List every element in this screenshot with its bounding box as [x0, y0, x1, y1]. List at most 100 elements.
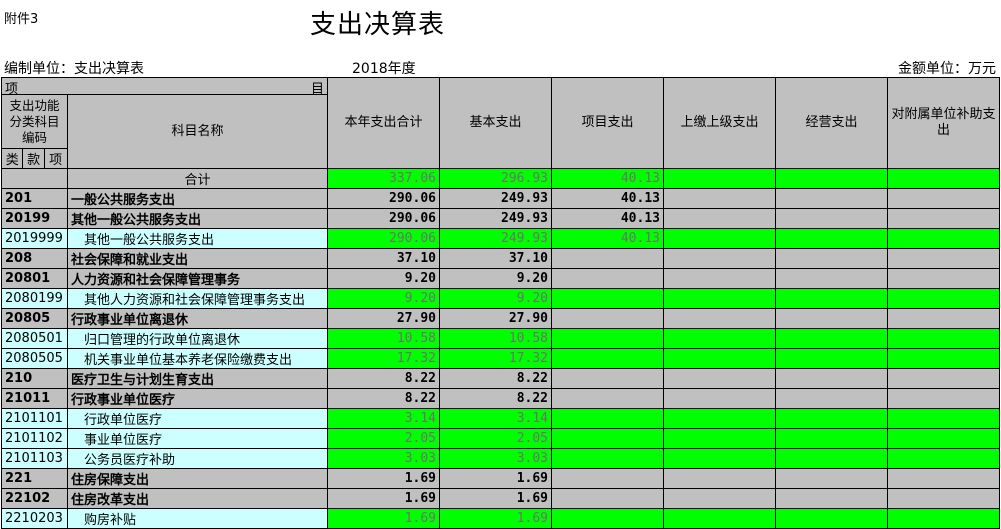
row-value — [775, 188, 888, 209]
table-row: 201 一般公共服务支出 290.06 249.93 40.13 — [1, 188, 1000, 209]
row-value: 17.32 — [439, 348, 552, 369]
col-header-project: 项目支出 — [551, 77, 664, 169]
row-value: 2.05 — [439, 428, 552, 449]
row-value — [663, 488, 776, 509]
table-row: 2080505 机关事业单位基本养老保险缴费支出 17.32 17.32 — [1, 348, 1000, 369]
row-value — [663, 208, 776, 229]
row-value — [663, 228, 776, 249]
row-value — [775, 388, 888, 409]
row-value: 10.58 — [439, 328, 552, 349]
table-row: 2080199 其他人力资源和社会保障管理事务支出 9.20 9.20 — [1, 288, 1000, 309]
xiang2-label: 项 — [49, 153, 63, 168]
page-title: 支出决算表 — [310, 10, 446, 40]
row-name: 购房补贴 — [67, 508, 328, 529]
table-row: 20805 行政事业单位离退休 27.90 27.90 — [1, 308, 1000, 329]
row-value: 1.69 — [439, 468, 552, 489]
row-code: 21011 — [1, 388, 68, 409]
row-name: 其他一般公共服务支出 — [67, 228, 328, 249]
row-code: 208 — [1, 248, 68, 269]
row-value — [663, 388, 776, 409]
row-value: 249.93 — [439, 188, 552, 209]
table-row: 2101101 行政单位医疗 3.14 3.14 — [1, 408, 1000, 429]
row-value: 8.22 — [327, 388, 440, 409]
row-code: 20801 — [1, 268, 68, 289]
table-row: 2101103 公务员医疗补助 3.03 3.03 — [1, 448, 1000, 469]
row-value: 40.13 — [551, 188, 664, 209]
row-code: 201 — [1, 188, 68, 209]
row-value — [551, 388, 664, 409]
row-value: 10.58 — [327, 328, 440, 349]
row-value: 40.13 — [551, 208, 664, 229]
row-code: 20805 — [1, 308, 68, 329]
row-value — [663, 368, 776, 389]
row-value: 27.90 — [439, 308, 552, 329]
row-value — [887, 368, 1000, 389]
row-value — [663, 468, 776, 489]
row-value: 296.93 — [439, 168, 552, 189]
row-name: 归口管理的行政单位离退休 — [67, 328, 328, 349]
row-value — [663, 188, 776, 209]
row-value — [663, 408, 776, 429]
row-value: 290.06 — [327, 188, 440, 209]
row-value: 40.13 — [551, 228, 664, 249]
row-value — [663, 268, 776, 289]
row-value: 9.20 — [439, 268, 552, 289]
row-value — [887, 428, 1000, 449]
table-row: 221 住房保障支出 1.69 1.69 — [1, 468, 1000, 489]
row-value — [887, 268, 1000, 289]
row-value — [887, 288, 1000, 309]
row-value: 9.20 — [327, 288, 440, 309]
row-name: 机关事业单位基本养老保险缴费支出 — [67, 348, 328, 369]
row-value: 9.20 — [439, 288, 552, 309]
row-value: 1.69 — [439, 488, 552, 509]
expenditure-table: 项 目 本年支出合计 基本支出 项目支出 上缴上级支出 经营支出 对附属单位补助… — [1, 77, 1000, 529]
table-row: 20199 其他一般公共服务支出 290.06 249.93 40.13 — [1, 208, 1000, 229]
row-value: 1.69 — [439, 508, 552, 529]
row-code: 221 — [1, 468, 68, 489]
row-name: 医疗卫生与计划生育支出 — [67, 368, 328, 389]
row-value — [775, 308, 888, 329]
row-value: 337.06 — [327, 168, 440, 189]
row-code: 22102 — [1, 488, 68, 509]
row-name: 合计 — [67, 168, 328, 189]
row-value: 1.69 — [327, 508, 440, 529]
row-value — [551, 428, 664, 449]
row-value — [775, 368, 888, 389]
row-value — [887, 248, 1000, 269]
mu-label: 目 — [310, 82, 324, 95]
row-value — [887, 188, 1000, 209]
row-value: 8.22 — [439, 368, 552, 389]
row-value — [775, 268, 888, 289]
row-value — [551, 268, 664, 289]
row-value: 37.10 — [439, 248, 552, 269]
row-name: 公务员医疗补助 — [67, 448, 328, 469]
row-value: 2.05 — [327, 428, 440, 449]
row-name: 其他一般公共服务支出 — [67, 208, 328, 229]
row-value — [887, 208, 1000, 229]
row-value: 3.14 — [327, 408, 440, 429]
code-column-header: 支出功能分类科目编码 — [1, 94, 68, 149]
col-header-basic: 基本支出 — [439, 77, 552, 169]
col-header-operating: 经营支出 — [775, 77, 888, 169]
row-value — [775, 448, 888, 469]
row-value — [663, 508, 776, 529]
lei-kuan-xiang-header: 类款项 — [1, 148, 68, 169]
row-value — [663, 448, 776, 469]
row-value — [887, 388, 1000, 409]
row-value — [887, 328, 1000, 349]
row-code: 2080501 — [1, 328, 68, 349]
row-value: 8.22 — [327, 368, 440, 389]
name-column-header: 科目名称 — [67, 94, 328, 169]
col-header-subsidy: 对附属单位补助支出 — [887, 77, 1000, 169]
row-name: 住房改革支出 — [67, 488, 328, 509]
row-value — [663, 308, 776, 329]
row-value: 290.06 — [327, 228, 440, 249]
row-name: 行政事业单位离退休 — [67, 308, 328, 329]
table-row: 2080501 归口管理的行政单位离退休 10.58 10.58 — [1, 328, 1000, 349]
row-value — [887, 348, 1000, 369]
row-value — [663, 328, 776, 349]
row-value — [551, 248, 664, 269]
row-value — [775, 248, 888, 269]
compiling-unit: 编制单位：支出决算表 — [4, 61, 144, 77]
row-value — [551, 448, 664, 469]
